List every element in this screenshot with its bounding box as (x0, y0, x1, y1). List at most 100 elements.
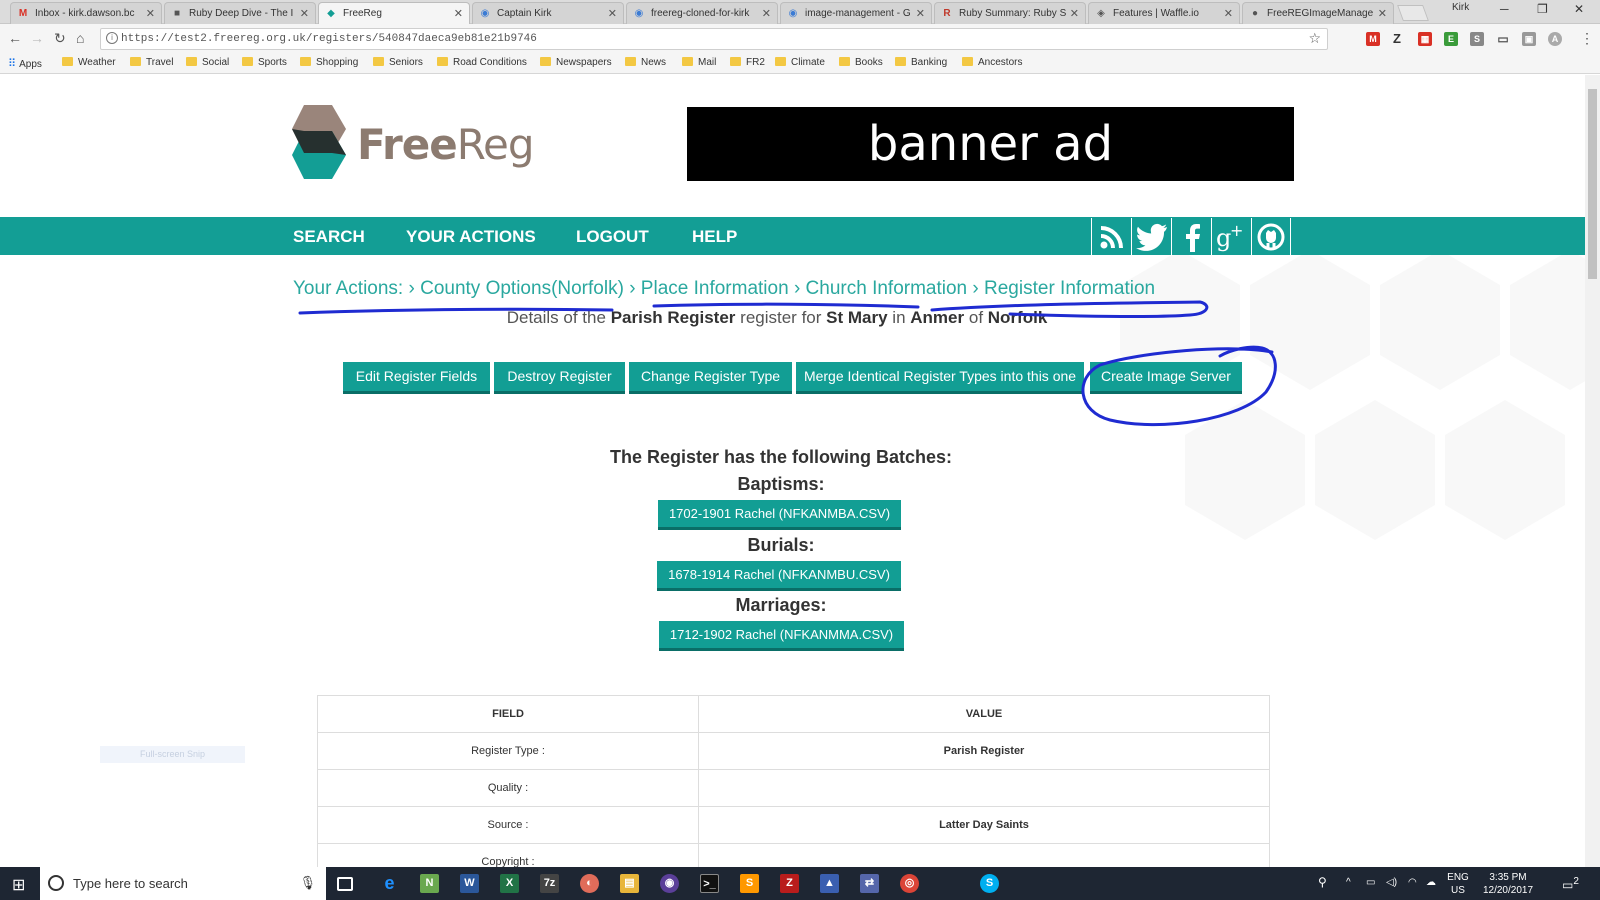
back-icon[interactable]: ← (8, 30, 22, 46)
close-icon[interactable]: ✕ (146, 7, 155, 20)
full-screen-snip-overlay[interactable]: Full-screen Snip (100, 746, 245, 763)
cast-icon[interactable]: ▭ (1496, 32, 1510, 46)
onedrive-icon[interactable]: ☁ (1426, 876, 1436, 889)
edge-icon[interactable]: e (380, 874, 399, 893)
change-register-type-button[interactable]: Change Register Type (629, 362, 792, 394)
bookmark-climate[interactable]: Climate (775, 57, 825, 68)
people-icon[interactable]: ⚲ (1318, 876, 1327, 889)
bookmark-banking[interactable]: Banking (895, 57, 947, 68)
new-tab-button[interactable] (1397, 5, 1429, 21)
calendar-extension-icon[interactable]: ▦ (1418, 32, 1432, 46)
forward-icon[interactable]: → (30, 30, 44, 46)
close-icon[interactable]: ✕ (916, 7, 925, 20)
7zip-icon[interactable]: 7z (540, 874, 559, 893)
notifications-icon[interactable]: ▭2 (1562, 875, 1579, 892)
menu-dots-icon[interactable]: ⋮ (1580, 30, 1594, 47)
bookmark-fr2[interactable]: FR2 (730, 57, 765, 68)
create-image-server-button[interactable]: Create Image Server (1090, 362, 1242, 394)
edit-register-fields-button[interactable]: Edit Register Fields (343, 362, 490, 394)
bookmark-mail[interactable]: Mail (682, 57, 716, 68)
user-profile-label[interactable]: Kirk (1452, 2, 1469, 13)
nav-help[interactable]: HELP (692, 227, 737, 247)
bookmark-news[interactable]: News (625, 57, 666, 68)
page-scrollbar[interactable] (1585, 75, 1600, 867)
twitter-icon[interactable] (1131, 218, 1171, 256)
close-icon[interactable]: ✕ (454, 7, 463, 20)
marriages-batch-button[interactable]: 1712-1902 Rachel (NFKANMMA.CSV) (659, 621, 904, 651)
minimize-icon[interactable]: ─ (1500, 2, 1509, 16)
tor-icon[interactable]: ◉ (660, 874, 679, 893)
volume-icon[interactable]: ◁) (1386, 876, 1397, 889)
close-icon[interactable]: ✕ (608, 7, 617, 20)
tab-freereg-cloned[interactable]: ◉ freereg-cloned-for-kirk ✕ (626, 2, 778, 24)
breadcrumb-county-options[interactable]: County Options(Norfolk) (420, 278, 624, 299)
wifi-icon[interactable]: ◠ (1408, 876, 1417, 889)
bookmark-social[interactable]: Social (186, 57, 229, 68)
freereg-logo-icon[interactable] (292, 105, 346, 179)
remote-desktop-icon[interactable]: ▲ (820, 874, 839, 893)
tab-freereg[interactable]: ◆ FreeReg ✕ (318, 2, 470, 24)
breadcrumb-place-information[interactable]: Place Information (641, 278, 789, 299)
merge-register-types-button[interactable]: Merge Identical Register Types into this… (796, 362, 1084, 394)
breadcrumb-your-actions[interactable]: Your Actions: (293, 278, 403, 299)
evernote-extension-icon[interactable]: E (1444, 32, 1458, 46)
site-logo-text[interactable]: FreeReg (357, 120, 534, 169)
bookmark-road-conditions[interactable]: Road Conditions (437, 57, 527, 68)
chrome-icon[interactable]: ◎ (900, 874, 919, 893)
file-explorer-icon[interactable]: ▤ (620, 874, 639, 893)
close-icon[interactable]: ✕ (1070, 7, 1079, 20)
info-icon[interactable]: i (106, 32, 118, 44)
destroy-register-button[interactable]: Destroy Register (494, 362, 625, 394)
sublime-text-icon[interactable]: S (740, 874, 759, 893)
reload-icon[interactable]: ↻ (54, 30, 66, 47)
tab-ruby-deep-dive[interactable]: ■ Ruby Deep Dive - The I ✕ (164, 2, 316, 24)
breadcrumb-register-information[interactable]: Register Information (984, 278, 1155, 299)
adblock-icon[interactable]: A (1548, 32, 1562, 46)
bookmark-sports[interactable]: Sports (242, 57, 287, 68)
tray-chevron-icon[interactable]: ^ (1346, 876, 1351, 889)
terminal-icon[interactable]: >_ (700, 874, 719, 893)
scrollbar-thumb[interactable] (1588, 89, 1597, 279)
tab-waffle-features[interactable]: ◈ Features | Waffle.io ✕ (1088, 2, 1240, 24)
banner-ad[interactable]: banner ad (687, 107, 1294, 181)
bookmark-books[interactable]: Books (839, 57, 883, 68)
script-extension-icon[interactable]: S (1470, 32, 1484, 46)
nav-logout[interactable]: LOGOUT (576, 227, 649, 247)
rss-icon[interactable] (1091, 218, 1131, 256)
burials-batch-button[interactable]: 1678-1914 Rachel (NFKANMBU.CSV) (657, 561, 901, 591)
tab-freereg-image-manager[interactable]: ● FreeREGImageManage ✕ (1242, 2, 1394, 24)
windows-start-icon[interactable]: ⊞ (12, 875, 25, 895)
bookmark-newspapers[interactable]: Newspapers (540, 57, 612, 68)
bookmark-seniors[interactable]: Seniors (373, 57, 423, 68)
language-indicator[interactable]: ENG US (1444, 871, 1472, 897)
bookmark-travel[interactable]: Travel (130, 57, 173, 68)
bookmark-star-icon[interactable]: ☆ (1308, 31, 1321, 47)
zotero-extension-icon[interactable]: Z (1390, 32, 1404, 46)
filezilla-icon[interactable]: Z (780, 874, 799, 893)
google-plus-icon[interactable]: g + (1211, 218, 1251, 256)
restore-icon[interactable]: ❐ (1537, 2, 1548, 16)
nav-your-actions[interactable]: YOUR ACTIONS (406, 227, 536, 247)
word-icon[interactable]: W (460, 874, 479, 893)
app-icon[interactable]: ◐ (580, 874, 599, 893)
microphone-icon[interactable]: 🎙 (299, 875, 316, 891)
window-close-icon[interactable]: ✕ (1574, 2, 1584, 16)
tab-captain-kirk[interactable]: ◉ Captain Kirk ✕ (472, 2, 624, 24)
tab-ruby-summary[interactable]: R Ruby Summary: Ruby S ✕ (934, 2, 1086, 24)
url-field[interactable]: i https://test2.freereg.org.uk/registers… (100, 28, 1328, 50)
network-app-icon[interactable]: ⇄ (860, 874, 879, 893)
baptisms-batch-button[interactable]: 1702-1901 Rachel (NFKANMBA.CSV) (658, 500, 901, 530)
battery-icon[interactable]: ▭ (1366, 876, 1375, 889)
home-icon[interactable]: ⌂ (76, 30, 84, 46)
bookmark-shopping[interactable]: Shopping (300, 57, 358, 68)
skype-icon[interactable]: S (980, 874, 999, 893)
excel-icon[interactable]: X (500, 874, 519, 893)
gmail-extension-icon[interactable]: M (1366, 32, 1380, 46)
nav-search[interactable]: SEARCH (293, 227, 365, 247)
close-icon[interactable]: ✕ (300, 7, 309, 20)
clock[interactable]: 3:35 PM 12/20/2017 (1478, 871, 1538, 897)
tab-gmail[interactable]: M Inbox - kirk.dawson.bc ✕ (10, 2, 162, 24)
bookmark-ancestors[interactable]: Ancestors (962, 57, 1022, 68)
breadcrumb-church-information[interactable]: Church Information (806, 278, 968, 299)
bookmark-weather[interactable]: Weather (62, 57, 116, 68)
